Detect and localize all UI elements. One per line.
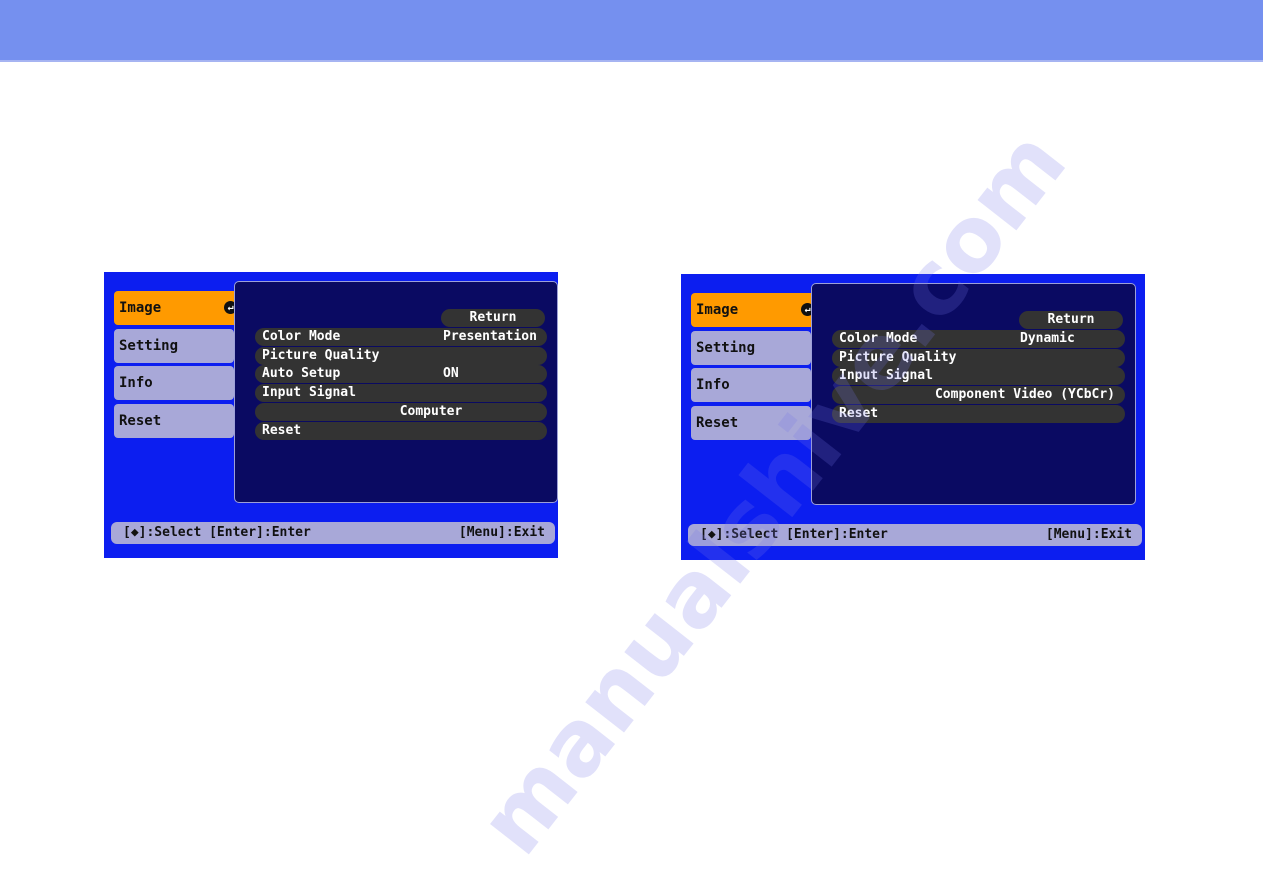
menu-item[interactable]: Component Video (YCbCr): [832, 386, 1125, 405]
help-select-enter: [◆]:Select [Enter]:Enter: [700, 527, 888, 542]
tab-label: Reset: [119, 413, 162, 429]
tab-image[interactable]: Image ↵: [114, 291, 242, 325]
header-bar: [0, 0, 1263, 62]
menu-item-label: Picture Quality: [262, 347, 380, 363]
menu-item-value: Component Video (YCbCr): [934, 387, 1115, 403]
return-button[interactable]: Return: [441, 309, 545, 327]
menu-item[interactable]: Computer: [255, 402, 547, 421]
menu-item[interactable]: Reset: [255, 421, 547, 440]
menu-item[interactable]: Input Signal: [255, 384, 547, 403]
help-bar: [◆]:Select [Enter]:Enter [Menu]:Exit: [111, 522, 555, 544]
help-exit: [Menu]:Exit: [458, 525, 545, 540]
projector-menu-screen: Image ↵ Setting Info Reset Return Color Mode Pr…: [104, 272, 558, 558]
help-select-enter: [◆]:Select [Enter]:Enter: [123, 525, 311, 540]
tab-label: Setting: [119, 338, 179, 354]
menu-item[interactable]: Picture Quality: [255, 346, 547, 365]
menu-item-label: Picture Quality: [839, 349, 957, 365]
menu-item-label: Color Mode: [262, 329, 341, 344]
tab-label: Reset: [696, 415, 739, 431]
menu-item-label: Input Signal: [839, 368, 933, 384]
help-exit: [Menu]:Exit: [1045, 527, 1132, 542]
tab-label: Image: [119, 300, 162, 316]
menu-item-value: ON: [443, 366, 459, 382]
tab-reset[interactable]: Reset: [114, 404, 234, 438]
projector-menu-screen: Image ↵ Setting Info Reset Return Color Mode Dy…: [681, 274, 1145, 560]
tab-label: Image: [696, 302, 739, 318]
tab-label: Info: [119, 375, 153, 391]
menu-item-value: Dynamic: [1020, 331, 1075, 346]
tab-setting[interactable]: Setting: [691, 331, 811, 365]
return-button[interactable]: Return: [1019, 311, 1123, 329]
tab-info[interactable]: Info: [114, 366, 234, 400]
tab-info[interactable]: Info: [691, 368, 811, 402]
menu-item[interactable]: Reset: [832, 404, 1125, 423]
submenu-panel: Return Color Mode Presentation Picture Qual…: [234, 281, 558, 503]
menu-item[interactable]: Input Signal: [832, 367, 1125, 386]
tab-label: Info: [696, 377, 730, 393]
menu-item[interactable]: Color Mode Presentation: [255, 328, 547, 346]
menu-item-value: Computer: [399, 403, 463, 419]
help-bar: [◆]:Select [Enter]:Enter [Menu]:Exit: [688, 524, 1142, 546]
tab-image[interactable]: Image ↵: [691, 293, 819, 327]
tab-setting[interactable]: Setting: [114, 329, 234, 363]
menu-item[interactable]: Auto Setup ON: [255, 365, 547, 384]
menu-item-label: Auto Setup: [262, 366, 341, 382]
menu-item-label: Color Mode: [839, 331, 918, 346]
menu-item-value: Presentation: [443, 329, 537, 344]
tab-reset[interactable]: Reset: [691, 406, 811, 440]
menu-item-label: Reset: [262, 422, 302, 438]
menu-item-label: Reset: [839, 405, 879, 421]
menu-item[interactable]: Color Mode Dynamic: [832, 330, 1125, 348]
menu-item-label: Input Signal: [262, 385, 356, 401]
menu-item[interactable]: Picture Quality: [832, 348, 1125, 367]
tab-label: Setting: [696, 340, 756, 356]
submenu-panel: Return Color Mode Dynamic Picture Quality In…: [811, 283, 1136, 505]
